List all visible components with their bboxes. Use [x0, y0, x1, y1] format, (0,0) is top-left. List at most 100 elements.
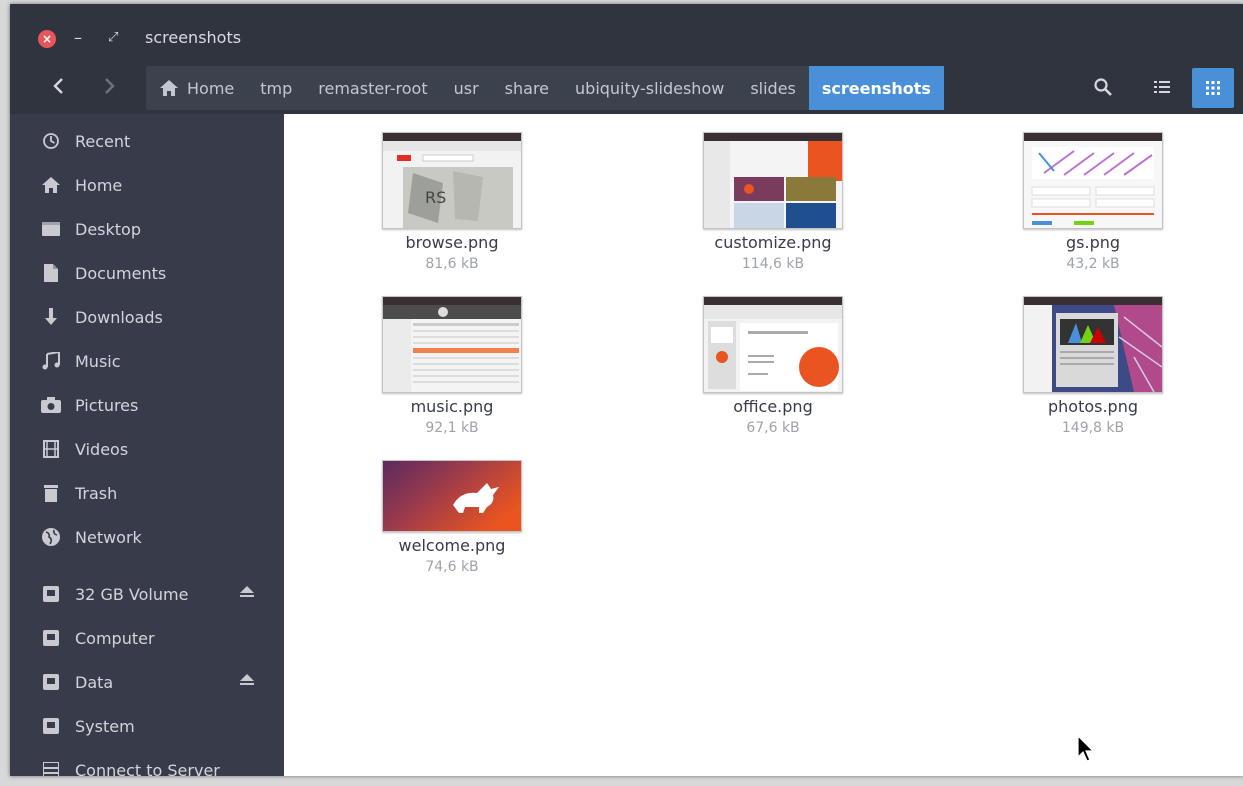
- breadcrumb-slides[interactable]: slides: [737, 66, 809, 110]
- desktop-icon: [40, 218, 62, 240]
- breadcrumb-screenshots[interactable]: screenshots: [808, 66, 944, 110]
- sidebar-item-label: Computer: [75, 628, 155, 648]
- file-name: photos.png: [1047, 397, 1139, 416]
- sidebar-item-label: Documents: [75, 263, 167, 283]
- file-grid: RS browse.png 81,6 kB customize.png 114,…: [284, 114, 1243, 776]
- sidebar-item-recent[interactable]: Recent: [10, 121, 284, 161]
- drive-icon: [40, 627, 62, 649]
- grid-view-button[interactable]: [1192, 68, 1234, 108]
- file-name: customize.png: [714, 233, 832, 252]
- mouse-pointer-icon: [1077, 734, 1095, 767]
- minimize-window-button[interactable]: –: [74, 28, 82, 47]
- sidebar-item-label: System: [75, 716, 135, 736]
- sidebar-item-label: Data: [75, 672, 114, 692]
- file-item-gs[interactable]: gs.png 43,2 kB: [983, 132, 1203, 272]
- drive-icon: [40, 583, 62, 605]
- drive-icon: [40, 671, 62, 693]
- file-name: browse.png: [405, 233, 499, 252]
- breadcrumb-remaster-root[interactable]: remaster-root: [305, 66, 440, 110]
- thumbnail-image: RS: [382, 132, 522, 229]
- server-icon: [40, 759, 62, 776]
- sidebar-item-label: Recent: [75, 131, 131, 151]
- breadcrumb-tmp[interactable]: tmp: [247, 66, 305, 110]
- sidebar-item-connect-to-server[interactable]: Connect to Server: [10, 750, 284, 776]
- forward-button[interactable]: [92, 70, 126, 102]
- close-window-button[interactable]: ×: [38, 30, 56, 48]
- svg-text:RS: RS: [425, 188, 446, 207]
- search-button[interactable]: [1085, 70, 1121, 104]
- chevron-left-icon: [53, 78, 63, 94]
- sidebar-item-documents[interactable]: Documents: [10, 253, 284, 293]
- globe-icon: [40, 526, 62, 548]
- sidebar-item-label: 32 GB Volume: [75, 584, 189, 604]
- maximize-window-button[interactable]: ⤢: [108, 30, 118, 45]
- file-item-welcome[interactable]: welcome.png 74,6 kB: [342, 460, 562, 575]
- breadcrumb-home[interactable]: Home: [146, 66, 247, 110]
- thumbnail-image: [703, 296, 843, 393]
- file-size: 74,6 kB: [425, 559, 479, 575]
- sidebar-item-label: Trash: [75, 483, 118, 503]
- file-size: 81,6 kB: [425, 256, 479, 272]
- music-icon: [40, 350, 62, 372]
- file-item-music[interactable]: music.png 92,1 kB: [342, 296, 562, 436]
- sidebar-item-label: Network: [75, 527, 142, 547]
- eject-icon[interactable]: [240, 586, 254, 602]
- file-size: 114,6 kB: [741, 256, 805, 272]
- thumbnail-image: [382, 460, 522, 532]
- breadcrumb-label: Home: [187, 78, 235, 98]
- title-bar: × – ⤢ screenshots: [10, 4, 1243, 62]
- sidebar-item-network[interactable]: Network: [10, 517, 284, 557]
- sidebar-item-data[interactable]: Data: [10, 662, 284, 702]
- sidebar-item-desktop[interactable]: Desktop: [10, 209, 284, 249]
- file-item-photos[interactable]: photos.png 149,8 kB: [983, 296, 1203, 436]
- file-size: 43,2 kB: [1066, 256, 1120, 272]
- sidebar-item-system[interactable]: System: [10, 706, 284, 746]
- drive-icon: [40, 715, 62, 737]
- sidebar-item-label: Desktop: [75, 219, 141, 239]
- home-icon: [40, 174, 62, 196]
- clock-icon: [40, 130, 62, 152]
- sidebar-item-videos[interactable]: Videos: [10, 429, 284, 469]
- breadcrumb-ubiquity-slideshow[interactable]: ubiquity-slideshow: [562, 66, 737, 110]
- list-view-button[interactable]: [1144, 70, 1180, 104]
- file-item-browse[interactable]: RS browse.png 81,6 kB: [342, 132, 562, 272]
- file-item-office[interactable]: office.png 67,6 kB: [663, 296, 883, 436]
- breadcrumb: Home tmp remaster-root usr share ubiquit…: [146, 66, 944, 110]
- sidebar-item-label: Music: [75, 351, 121, 371]
- search-icon: [1094, 78, 1112, 96]
- list-view-icon: [1154, 81, 1170, 93]
- file-manager-window: × – ⤢ screenshots Home tmp remaster-root…: [10, 4, 1243, 776]
- download-icon: [40, 306, 62, 328]
- toolbar: Home tmp remaster-root usr share ubiquit…: [10, 62, 1243, 114]
- file-item-customize[interactable]: customize.png 114,6 kB: [663, 132, 883, 272]
- eject-icon[interactable]: [240, 674, 254, 690]
- sidebar-item-music[interactable]: Music: [10, 341, 284, 381]
- breadcrumb-share[interactable]: share: [492, 66, 562, 110]
- file-size: 149,8 kB: [1061, 420, 1125, 436]
- sidebar-item-32gb-volume[interactable]: 32 GB Volume: [10, 574, 284, 614]
- sidebar-item-label: Videos: [75, 439, 129, 459]
- file-name: office.png: [733, 397, 813, 416]
- breadcrumb-usr[interactable]: usr: [441, 66, 492, 110]
- window-title: screenshots: [145, 28, 242, 47]
- sidebar-item-home[interactable]: Home: [10, 165, 284, 205]
- file-name: welcome.png: [398, 536, 506, 555]
- document-icon: [40, 262, 62, 284]
- file-name: gs.png: [1065, 233, 1121, 252]
- sidebar-item-label: Connect to Server: [75, 760, 220, 777]
- sidebar-item-trash[interactable]: Trash: [10, 473, 284, 513]
- sidebar-item-downloads[interactable]: Downloads: [10, 297, 284, 337]
- sidebar: Recent Home Desktop Documents Downloads …: [10, 114, 284, 776]
- sidebar-item-pictures[interactable]: Pictures: [10, 385, 284, 425]
- sidebar-item-label: Pictures: [75, 395, 139, 415]
- sidebar-item-label: Downloads: [75, 307, 163, 327]
- sidebar-item-computer[interactable]: Computer: [10, 618, 284, 658]
- chevron-right-icon: [105, 78, 115, 94]
- trash-icon: [40, 482, 62, 504]
- file-size: 67,6 kB: [746, 420, 800, 436]
- film-icon: [40, 438, 62, 460]
- thumbnail-image: [1023, 296, 1163, 393]
- back-button[interactable]: [42, 70, 76, 102]
- grid-view-icon: [1206, 81, 1220, 95]
- thumbnail-image: [1023, 132, 1163, 229]
